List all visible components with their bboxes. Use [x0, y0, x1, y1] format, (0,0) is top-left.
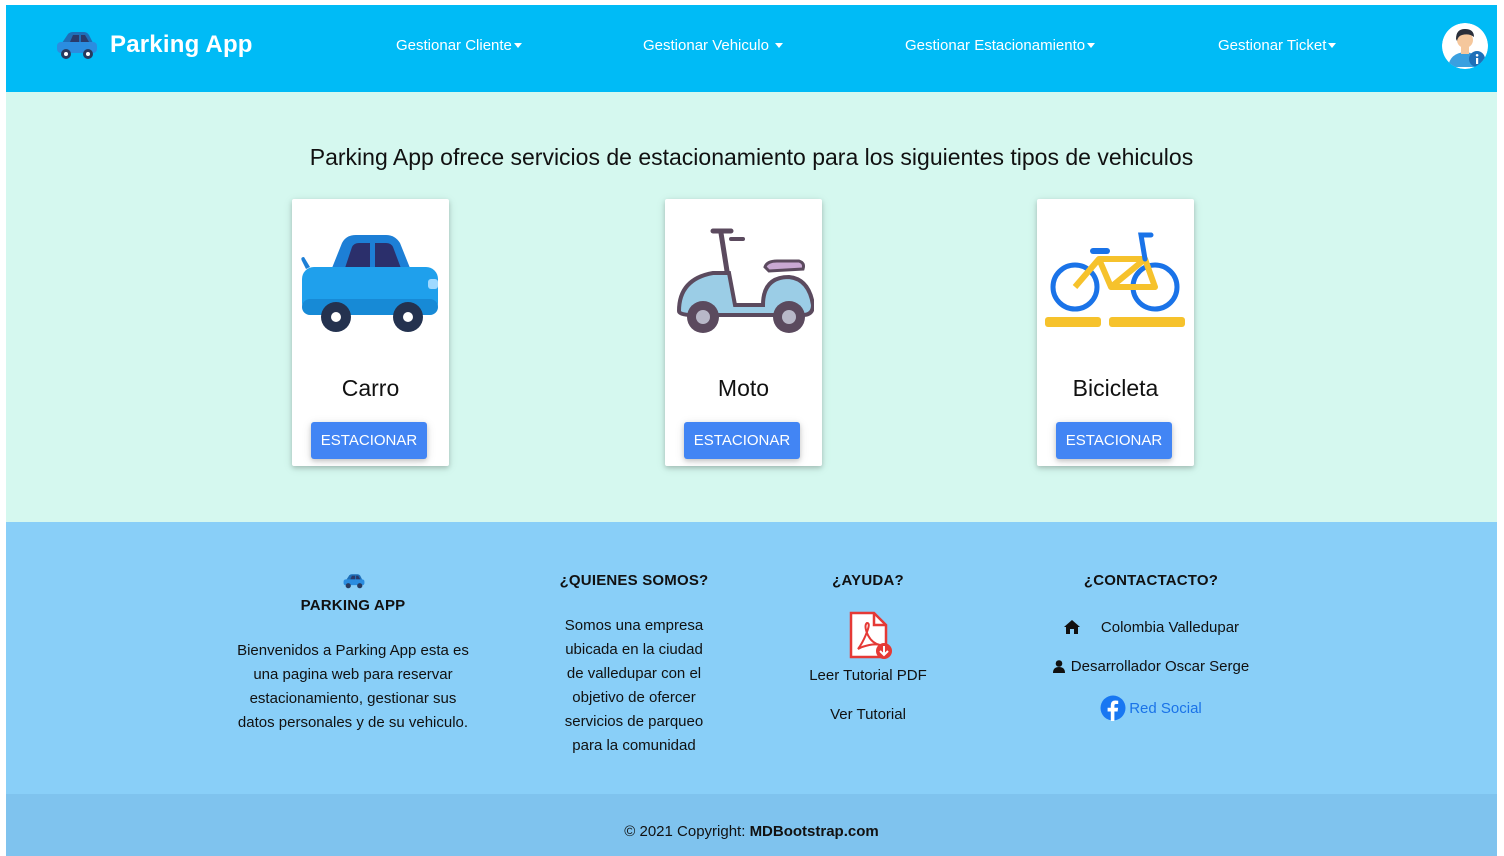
- facebook-icon: [1100, 695, 1126, 721]
- nav-gestionar-cliente[interactable]: Gestionar Cliente: [396, 37, 522, 54]
- card-title: Bicicleta: [1072, 375, 1159, 401]
- copyright-prefix: © 2021 Copyright:: [624, 823, 750, 840]
- footer-about-heading: PARKING APP: [300, 597, 406, 614]
- home-icon: [1063, 620, 1080, 634]
- bicycle-icon: [1045, 232, 1185, 327]
- red-social-text: Red Social: [1129, 699, 1202, 717]
- text-line: ubicada en la ciudad: [565, 641, 703, 658]
- footer-contact-heading: ¿CONTACTACTO?: [1083, 572, 1219, 589]
- leer-tutorial-pdf-link[interactable]: Leer Tutorial PDF: [788, 664, 948, 688]
- red-social-link[interactable]: Red Social: [1046, 694, 1256, 722]
- nav-gestionar-vehiculo-label: Gestionar Vehiculo: [643, 37, 774, 54]
- nav-gestionar-estacionamiento-label: Gestionar Estacionamiento: [905, 37, 1086, 54]
- vehicle-card-moto: Moto ESTACIONAR: [665, 199, 822, 466]
- caret-down-icon: [513, 43, 522, 48]
- car-logo-icon: [57, 32, 97, 59]
- caret-down-icon: [1087, 43, 1096, 48]
- text-line: para la comunidad: [572, 737, 696, 754]
- mdbootstrap-link[interactable]: MDBootstrap.com: [750, 823, 879, 840]
- footer-who-text: Somos una empresa ubicada en la ciudad d…: [544, 614, 724, 758]
- footer-help-heading: ¿AYUDA?: [832, 572, 904, 589]
- contact-developer: Desarrollador Oscar Serge: [1046, 654, 1256, 678]
- page-frame: Parking App Gestionar Cliente Gestionar …: [6, 5, 1497, 856]
- car-icon: [301, 235, 438, 332]
- user-icon: [1052, 659, 1065, 673]
- copyright-text: © 2021 Copyright: MDBootstrap.com: [6, 823, 1497, 840]
- text-line: objetivo de ofercer: [572, 689, 696, 706]
- card-title: Moto: [717, 375, 770, 401]
- text-line: estacionamiento, gestionar sus: [249, 690, 457, 707]
- vehicle-card-bicicleta: Bicicleta ESTACIONAR: [1037, 199, 1194, 466]
- user-avatar[interactable]: [1442, 23, 1488, 69]
- scooter-icon: [676, 228, 814, 333]
- footer: PARKING APP Bienvenidos a Parking App es…: [6, 522, 1497, 794]
- page-title: Parking App ofrece servicios de estacion…: [309, 144, 1194, 170]
- main-section: Parking App ofrece servicios de estacion…: [6, 92, 1497, 522]
- nav-gestionar-vehiculo[interactable]: Gestionar Vehiculo: [643, 37, 784, 54]
- estacionar-bicicleta-button[interactable]: ESTACIONAR: [1056, 422, 1172, 459]
- copyright-bar: © 2021 Copyright: MDBootstrap.com: [6, 794, 1497, 856]
- nav-gestionar-estacionamiento[interactable]: Gestionar Estacionamiento: [905, 37, 1096, 54]
- text-line: servicios de parqueo: [564, 713, 704, 730]
- footer-who-heading: ¿QUIENES SOMOS?: [559, 572, 709, 589]
- car-logo-icon: [343, 574, 365, 589]
- nav-gestionar-cliente-label: Gestionar Cliente: [396, 37, 512, 54]
- card-title: Carro: [341, 375, 400, 401]
- user-info-icon: [1442, 23, 1488, 69]
- vehicle-card-carro: Carro ESTACIONAR: [292, 199, 449, 466]
- brand-name: Parking App: [110, 31, 253, 58]
- estacionar-carro-button[interactable]: ESTACIONAR: [311, 422, 427, 459]
- brand-link[interactable]: Parking App: [54, 29, 253, 61]
- footer-about-text: Bienvenidos a Parking App esta es una pa…: [230, 639, 476, 735]
- estacionar-moto-button[interactable]: ESTACIONAR: [684, 422, 800, 459]
- pdf-file-icon[interactable]: [848, 611, 894, 661]
- ver-tutorial-link[interactable]: Ver Tutorial: [788, 703, 948, 727]
- text-line: de valledupar con el: [566, 665, 702, 682]
- text-line: Bienvenidos a Parking App esta es: [237, 642, 469, 659]
- contact-location-text: Colombia Valledupar: [1100, 618, 1240, 636]
- caret-down-icon: [1328, 43, 1337, 48]
- text-line: Somos una empresa: [564, 617, 704, 634]
- contact-location: Colombia Valledupar: [1046, 615, 1256, 639]
- text-line: datos personales y de su vehiculo.: [237, 714, 469, 731]
- text-line: una pagina web para reservar: [253, 666, 453, 683]
- nav-gestionar-ticket-label: Gestionar Ticket: [1218, 37, 1327, 54]
- navbar: Parking App Gestionar Cliente Gestionar …: [6, 5, 1497, 92]
- contact-developer-text: Desarrollador Oscar Serge: [1070, 657, 1250, 675]
- caret-down-icon: [775, 43, 784, 48]
- nav-gestionar-ticket[interactable]: Gestionar Ticket: [1218, 37, 1337, 54]
